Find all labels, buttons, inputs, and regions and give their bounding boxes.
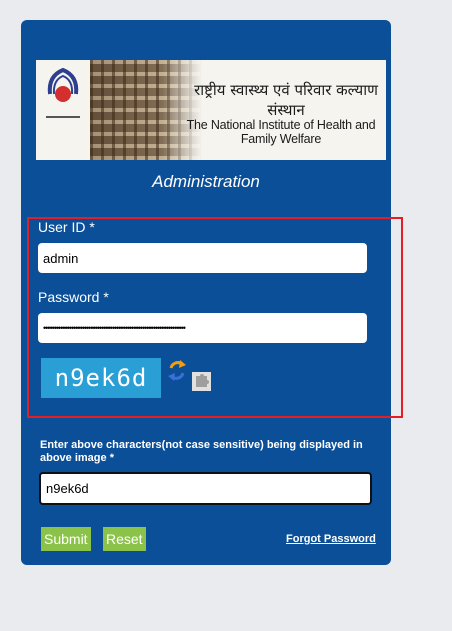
password-input[interactable] [38, 313, 367, 343]
banner-hindi-title: राष्ट्रीय स्वास्थ्य एवं परिवार कल्याण सं… [194, 81, 378, 119]
refresh-icon[interactable] [167, 359, 187, 383]
institute-banner: राष्ट्रीय स्वास्थ्य एवं परिवार कल्याण सं… [36, 60, 386, 160]
captcha-instruction: Enter above characters(not case sensitiv… [40, 439, 363, 464]
userid-input[interactable] [38, 243, 367, 273]
submit-button[interactable]: Submit [41, 527, 91, 551]
page-title: Administration [152, 172, 260, 191]
forgot-password-link[interactable]: Forgot Password [286, 533, 376, 545]
institute-logo [46, 67, 80, 118]
captcha-image: n9ek6d [41, 358, 161, 398]
puzzle-icon[interactable] [192, 372, 211, 391]
userid-label: User ID * [38, 219, 95, 235]
password-label: Password * [38, 289, 109, 305]
captcha-input[interactable] [39, 472, 372, 505]
reset-button[interactable]: Reset [103, 527, 146, 551]
banner-english-title: The National Institute of Health and Fam… [186, 118, 376, 146]
